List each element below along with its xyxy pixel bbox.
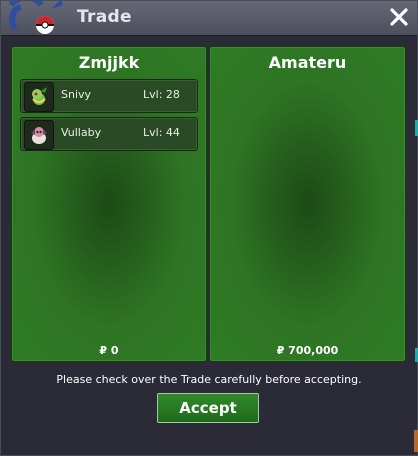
title-bar[interactable]: Trade (1, 1, 417, 36)
offered-pokemon-item[interactable]: Snivy Lvl: 28 (20, 79, 198, 113)
accept-button[interactable]: Accept (157, 393, 259, 423)
offered-money: ₽ 0 (99, 344, 119, 357)
offered-pokemon-item[interactable]: Vullaby Lvl: 44 (20, 117, 198, 151)
pokemon-level: Lvl: 28 (143, 88, 180, 101)
trainer-name: Zmjjkk (78, 53, 140, 72)
trade-panel-right: Amateru ₽ 700,000 (209, 46, 406, 362)
snivy-icon (32, 87, 47, 105)
pokemon-icon-box (24, 82, 54, 112)
trainer-name: Amateru (268, 53, 347, 72)
trade-window: Trade Zmjjkk Snivy Lvl: 28 Vullaby Lvl: … (0, 0, 418, 456)
pokemon-level: Lvl: 44 (143, 126, 180, 139)
offered-money: ₽ 700,000 (276, 344, 339, 357)
pokemon-icon-box (24, 120, 54, 150)
pokemon-name: Snivy (61, 88, 92, 101)
trade-notice: Please check over the Trade carefully be… (56, 373, 362, 386)
background-edge (414, 430, 418, 452)
game-logo-icon (8, 1, 63, 34)
vullaby-icon (31, 127, 47, 144)
window-title: Trade (77, 7, 132, 27)
pokemon-name: Vullaby (61, 126, 102, 139)
trade-panel-left: Zmjjkk Snivy Lvl: 28 Vullaby Lvl: 44 ₽ 0 (11, 46, 207, 362)
close-icon[interactable] (387, 5, 411, 29)
